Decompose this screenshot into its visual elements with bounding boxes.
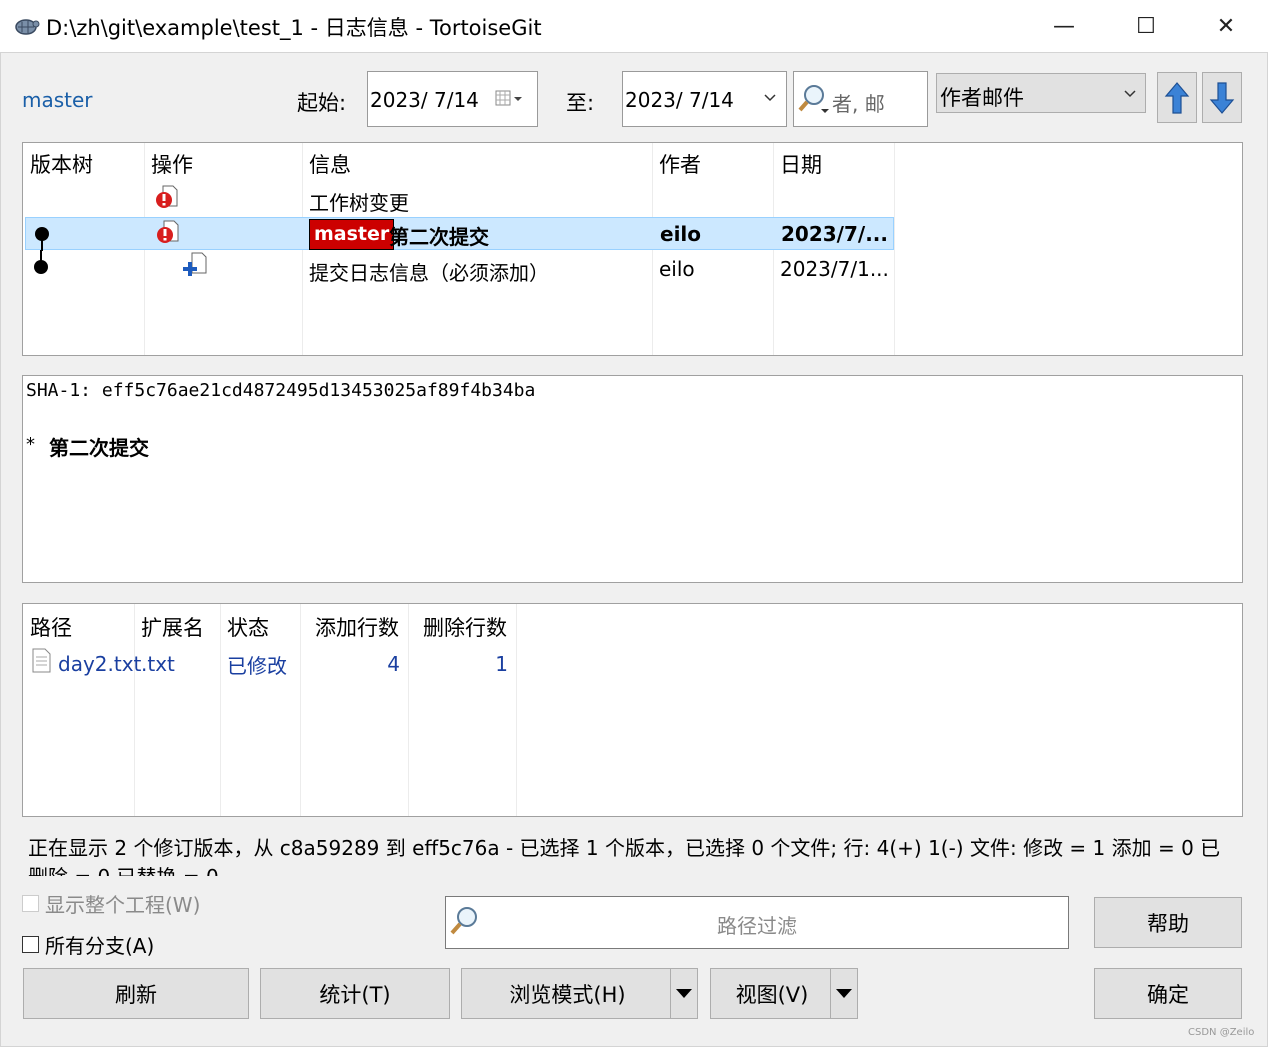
window-title: D:\zh\git\example\test_1 - 日志信息 - Tortoi… [46, 16, 542, 40]
revision-list[interactable]: 版本树 操作 信息 作者 日期 工作树变更 master 第二次提交 eilo … [22, 142, 1243, 356]
message-bullet: * [26, 434, 35, 455]
from-label: 起始: [297, 91, 347, 115]
file-path: day2.txt [58, 652, 142, 676]
changed-files-list[interactable]: 路径 扩展名 状态 添加行数 删除行数 day2.txt .txt 已修改 4 … [22, 603, 1243, 817]
chevron-down-icon[interactable] [763, 93, 777, 103]
modified-file-icon [156, 185, 178, 208]
all-branches-label: 所有分支(A) [45, 934, 155, 958]
next-page-button[interactable] [1202, 72, 1242, 123]
column-date[interactable]: 日期 [780, 149, 822, 179]
log-row[interactable]: 工作树变更 [23, 183, 894, 217]
file-status: 已修改 [227, 654, 287, 678]
column-graph[interactable]: 版本树 [30, 149, 93, 179]
browse-mode-dropdown[interactable] [670, 969, 697, 1018]
watermark: CSDN @Zeilo [1188, 1027, 1255, 1038]
arrow-down-icon [1209, 81, 1235, 114]
browse-mode-button[interactable]: 浏览模式(H) [461, 968, 698, 1019]
whole-project-label: 显示整个工程(W) [45, 893, 201, 917]
file-lines-added: 4 [387, 652, 400, 676]
arrow-up-icon [1164, 81, 1190, 114]
help-button[interactable]: 帮助 [1094, 897, 1242, 948]
search-placeholder: 者, 邮 [832, 92, 885, 116]
path-filter-placeholder: 路径过滤 [717, 914, 797, 938]
branch-tag-master: master [309, 219, 395, 250]
title-bar: D:\zh\git\example\test_1 - 日志信息 - Tortoi… [0, 0, 1268, 52]
to-date-picker[interactable]: 2023/ 7/14 [622, 71, 787, 127]
added-file-icon [183, 252, 207, 276]
status-summary: 正在显示 2 个修订版本，从 c8a59289 到 eff5c76a - 已选择… [28, 836, 1221, 876]
maximize-button[interactable]: ☐ [1114, 0, 1178, 52]
branch-link[interactable]: master [22, 88, 93, 112]
all-branches-checkbox[interactable] [22, 936, 39, 953]
file-row[interactable]: day2.txt .txt 已修改 4 1 [23, 644, 516, 680]
log-row[interactable]: 提交日志信息（必须添加） eilo 2023/7/1... [23, 250, 894, 285]
log-row-message: 第二次提交 [389, 225, 489, 249]
from-date-picker[interactable]: 2023/ 7/14 [367, 71, 538, 127]
path-filter-input[interactable]: 路径过滤 [445, 896, 1069, 949]
statistics-button[interactable]: 统计(T) [260, 968, 450, 1019]
search-icon [798, 85, 829, 113]
to-label: 至: [566, 91, 595, 115]
view-label: 视图(V) [735, 982, 809, 1007]
log-row-author: eilo [659, 257, 695, 281]
text-file-icon [32, 648, 51, 673]
column-path[interactable]: 路径 [30, 612, 72, 642]
commit-message-pane[interactable]: SHA-1: eff5c76ae21cd4872495d13453025af89… [22, 375, 1243, 583]
refresh-button[interactable]: 刷新 [23, 968, 249, 1019]
column-status[interactable]: 状态 [227, 612, 269, 642]
modified-file-icon [157, 220, 179, 243]
commit-message: 第二次提交 [49, 436, 149, 460]
browse-mode-label: 浏览模式(H) [509, 982, 626, 1007]
view-button[interactable]: 视图(V) [710, 968, 858, 1019]
column-actions[interactable]: 操作 [151, 149, 193, 179]
log-row-author: eilo [660, 222, 702, 246]
log-row-selected[interactable]: master 第二次提交 eilo 2023/7/... [25, 217, 894, 251]
previous-page-button[interactable] [1157, 72, 1197, 123]
column-lines-added[interactable]: 添加行数 [315, 612, 399, 642]
column-lines-removed[interactable]: 删除行数 [423, 612, 507, 642]
view-dropdown[interactable] [830, 969, 857, 1018]
minimize-button[interactable]: — [1032, 0, 1096, 52]
sha-line: SHA-1: eff5c76ae21cd4872495d13453025af89… [26, 380, 536, 401]
to-date-value: 2023/ 7/14 [625, 88, 734, 112]
filter-field-value: 作者邮件 [940, 86, 1024, 110]
close-button[interactable]: ✕ [1194, 0, 1258, 52]
dropdown-arrow-icon [676, 989, 692, 998]
ok-button[interactable]: 确定 [1094, 968, 1242, 1019]
column-extension[interactable]: 扩展名 [141, 612, 204, 642]
log-row-message: 提交日志信息（必须添加） [309, 261, 549, 285]
file-extension: .txt [141, 652, 175, 676]
tortoisegit-app-icon [15, 19, 40, 35]
filter-field-select[interactable]: 作者邮件 [936, 73, 1146, 113]
log-row-date: 2023/7/1... [780, 257, 889, 281]
dropdown-arrow-icon [836, 989, 852, 998]
all-branches-option[interactable]: 所有分支(A) [22, 930, 154, 959]
graph-node [34, 250, 48, 274]
chevron-down-icon [1124, 90, 1136, 98]
whole-project-option[interactable]: 显示整个工程(W) [22, 889, 200, 918]
search-input[interactable]: 者, 邮 [793, 71, 928, 127]
log-row-date: 2023/7/... [781, 222, 888, 246]
column-message[interactable]: 信息 [309, 149, 351, 179]
graph-node [35, 227, 49, 251]
column-author[interactable]: 作者 [659, 149, 701, 179]
file-lines-removed: 1 [495, 652, 508, 676]
from-date-value: 2023/ 7/14 [370, 88, 479, 112]
log-row-message: 工作树变更 [309, 191, 409, 215]
whole-project-checkbox[interactable] [22, 895, 39, 912]
calendar-icon[interactable] [495, 90, 525, 108]
